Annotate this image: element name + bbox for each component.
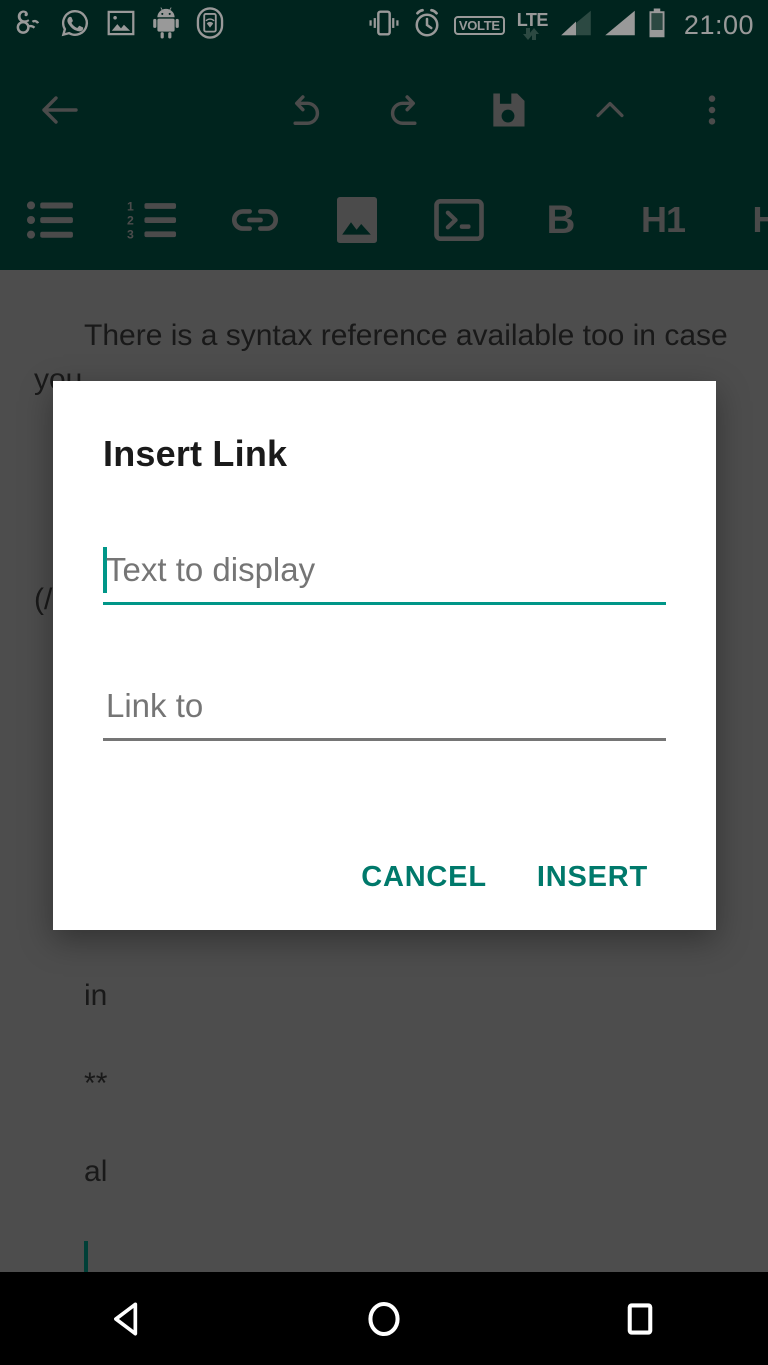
text-field-underline bbox=[103, 602, 666, 605]
android-screen: VOLTE LTE 21:00 1 2 3 B H1 H There is a … bbox=[0, 0, 768, 1365]
link-field-underline bbox=[103, 738, 666, 741]
insert-link-dialog: Insert Link Text to display Link to CANC… bbox=[53, 381, 716, 930]
insert-button[interactable]: INSERT bbox=[519, 847, 666, 908]
link-to-field[interactable]: Link to bbox=[103, 679, 666, 741]
dialog-action-row: CANCEL INSERT bbox=[103, 847, 666, 908]
nav-home-icon[interactable] bbox=[324, 1272, 444, 1365]
cancel-button[interactable]: CANCEL bbox=[343, 847, 505, 908]
text-to-display-placeholder: Text to display bbox=[106, 551, 316, 588]
link-to-placeholder: Link to bbox=[106, 687, 204, 724]
nav-back-icon[interactable] bbox=[68, 1272, 188, 1365]
nav-recents-icon[interactable] bbox=[580, 1272, 700, 1365]
text-to-display-field[interactable]: Text to display bbox=[103, 543, 666, 605]
android-navigation-bar bbox=[0, 1272, 768, 1365]
dialog-title: Insert Link bbox=[103, 433, 288, 474]
